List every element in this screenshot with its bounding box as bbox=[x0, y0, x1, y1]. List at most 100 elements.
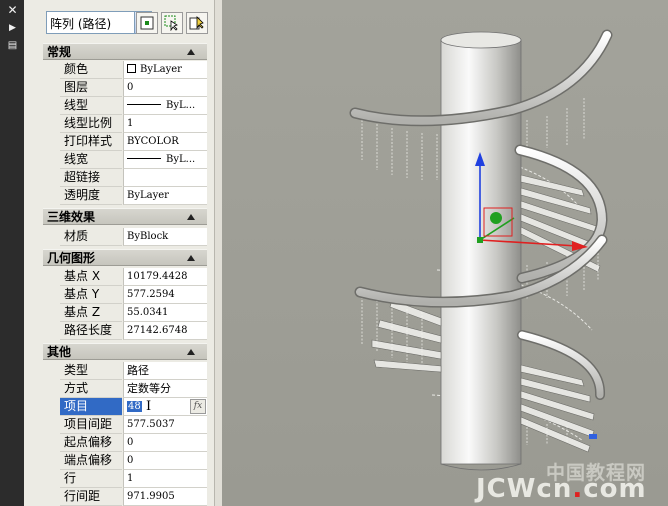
property-value[interactable]: 971.9905 bbox=[123, 488, 207, 506]
section-geometry-header[interactable]: 几何图形 bbox=[43, 249, 207, 266]
property-row-base-x[interactable]: 基点 X 10179.4428 bbox=[43, 268, 207, 286]
section-3d-effects-title: 三维效果 bbox=[47, 210, 96, 224]
property-value[interactable]: ByLayer bbox=[123, 187, 207, 205]
property-name: 项目间距 bbox=[60, 416, 122, 434]
property-row-item-spacing[interactable]: 项目间距 577.5037 bbox=[43, 416, 207, 434]
property-value[interactable]: 0 bbox=[123, 434, 207, 452]
spiral-staircase-model[interactable] bbox=[222, 0, 668, 506]
property-name: 行 bbox=[60, 470, 122, 488]
property-name: 项目 bbox=[60, 398, 122, 416]
property-name: 起点偏移 bbox=[60, 434, 122, 452]
property-row-material[interactable]: 材质 ByBlock bbox=[43, 228, 207, 246]
toggle-pickadd-icon bbox=[140, 16, 154, 30]
property-row-hyperlink[interactable]: 超链接 bbox=[43, 169, 207, 187]
property-row-color[interactable]: 颜色 ByLayer bbox=[43, 61, 207, 79]
property-name: 基点 Y bbox=[60, 286, 122, 304]
property-name: 行间距 bbox=[60, 488, 122, 506]
property-name: 颜色 bbox=[60, 61, 122, 79]
property-name: 基点 X bbox=[60, 268, 122, 286]
property-name: 线型比例 bbox=[60, 115, 122, 133]
property-name: 线宽 bbox=[60, 151, 122, 169]
watermark-en-part2: com bbox=[583, 474, 647, 504]
property-row-linetype[interactable]: 线型 ByL... bbox=[43, 97, 207, 115]
property-row-lineweight[interactable]: 线宽 ByL... bbox=[43, 151, 207, 169]
text-cursor-icon: I bbox=[146, 399, 152, 414]
properties-menu-icon[interactable]: ▤ bbox=[6, 40, 19, 52]
lineweight-value: ByL... bbox=[166, 154, 196, 165]
property-name: 基点 Z bbox=[60, 304, 122, 322]
property-value[interactable]: 0 bbox=[123, 79, 207, 97]
property-name: 方式 bbox=[60, 380, 122, 398]
property-row-base-z[interactable]: 基点 Z 55.0341 bbox=[43, 304, 207, 322]
linetype-preview-icon bbox=[127, 104, 161, 105]
property-row-transparency[interactable]: 透明度 ByLayer bbox=[43, 187, 207, 205]
property-value[interactable]: ByLayer bbox=[123, 61, 207, 79]
property-value[interactable]: 10179.4428 bbox=[123, 268, 207, 286]
property-row-method[interactable]: 方式 定数等分 bbox=[43, 380, 207, 398]
property-value[interactable]: 1 bbox=[123, 470, 207, 488]
items-input-text[interactable]: 48 bbox=[127, 401, 142, 412]
property-value[interactable]: 577.2594 bbox=[123, 286, 207, 304]
properties-toolbar: 阵列 (路径) ▼ bbox=[24, 0, 222, 40]
central-column bbox=[440, 31, 522, 471]
property-row-end-offset[interactable]: 端点偏移 0 bbox=[43, 452, 207, 470]
grip-marker-icon[interactable] bbox=[589, 434, 597, 439]
collapse-icon[interactable] bbox=[187, 349, 195, 355]
section-misc-title: 其他 bbox=[47, 345, 72, 359]
color-value: ByLayer bbox=[140, 64, 182, 75]
property-row-plot-style[interactable]: 打印样式 BYCOLOR bbox=[43, 133, 207, 151]
property-row-start-offset[interactable]: 起点偏移 0 bbox=[43, 434, 207, 452]
lineweight-preview-icon bbox=[127, 158, 161, 159]
section-misc-header[interactable]: 其他 bbox=[43, 343, 207, 360]
property-value[interactable]: 55.0341 bbox=[123, 304, 207, 322]
property-value[interactable]: ByL... bbox=[123, 97, 207, 115]
object-type-value: 阵列 (路径) bbox=[50, 17, 112, 31]
property-value[interactable]: 路径 bbox=[123, 362, 207, 380]
property-value[interactable]: ByL... bbox=[123, 151, 207, 169]
property-value[interactable]: ByBlock bbox=[123, 228, 207, 246]
watermark-en-dot: . bbox=[572, 474, 584, 504]
select-objects-icon bbox=[164, 15, 178, 31]
watermark-en: JCWcn.com bbox=[476, 474, 647, 504]
property-row-base-y[interactable]: 基点 Y 577.2594 bbox=[43, 286, 207, 304]
property-value[interactable]: 1 bbox=[123, 115, 207, 133]
property-value[interactable]: 定数等分 bbox=[123, 380, 207, 398]
property-value[interactable]: BYCOLOR bbox=[123, 133, 207, 151]
property-row-type[interactable]: 类型 路径 bbox=[43, 362, 207, 380]
property-name: 打印样式 bbox=[60, 133, 122, 151]
palette-scrollbar[interactable] bbox=[214, 0, 222, 506]
section-geometry-title: 几何图形 bbox=[47, 251, 96, 265]
section-general-header[interactable]: 常规 bbox=[43, 43, 207, 60]
quick-select-icon bbox=[189, 16, 204, 30]
property-value[interactable]: 0 bbox=[123, 452, 207, 470]
property-name: 端点偏移 bbox=[60, 452, 122, 470]
drawing-viewport[interactable] bbox=[222, 0, 668, 506]
property-name: 超链接 bbox=[60, 169, 122, 187]
items-input[interactable]: 48 I fx bbox=[123, 398, 207, 416]
section-3d-effects-header[interactable]: 三维效果 bbox=[43, 208, 207, 225]
collapse-icon[interactable] bbox=[187, 49, 195, 55]
property-row-layer[interactable]: 图层 0 bbox=[43, 79, 207, 97]
property-row-items[interactable]: 项目 48 I fx bbox=[43, 398, 207, 416]
property-name: 路径长度 bbox=[60, 322, 122, 340]
property-row-path-length[interactable]: 路径长度 27142.6748 bbox=[43, 322, 207, 340]
select-objects-button[interactable] bbox=[161, 12, 183, 34]
property-row-row-spacing[interactable]: 行间距 971.9905 bbox=[43, 488, 207, 506]
quick-select-button[interactable] bbox=[186, 12, 208, 34]
property-row-linetype-scale[interactable]: 线型比例 1 bbox=[43, 115, 207, 133]
property-value[interactable]: 577.5037 bbox=[123, 416, 207, 434]
property-name: 线型 bbox=[60, 97, 122, 115]
close-icon[interactable]: ✕ bbox=[6, 4, 19, 16]
fx-icon[interactable]: fx bbox=[190, 399, 206, 414]
collapse-icon[interactable] bbox=[187, 255, 195, 261]
property-value[interactable]: 27142.6748 bbox=[123, 322, 207, 340]
auto-hide-icon[interactable]: ▶ bbox=[6, 22, 19, 34]
toggle-pickadd-button[interactable] bbox=[136, 12, 158, 34]
property-value[interactable] bbox=[123, 169, 207, 187]
palette-title-strip: ✕ ▶ ▤ bbox=[0, 0, 24, 506]
property-name: 图层 bbox=[60, 79, 122, 97]
section-general-title: 常规 bbox=[47, 45, 72, 59]
color-swatch-icon bbox=[127, 64, 136, 73]
collapse-icon[interactable] bbox=[187, 214, 195, 220]
property-row-rows[interactable]: 行 1 bbox=[43, 470, 207, 488]
